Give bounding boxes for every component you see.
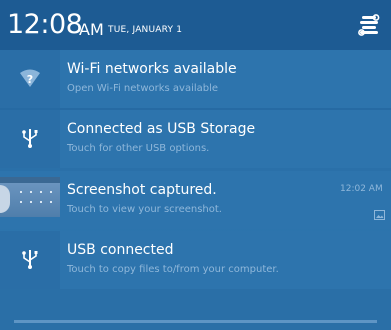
wifi-question-icon: ?	[0, 50, 60, 108]
notification-subtitle: Open Wi-Fi networks available	[67, 83, 219, 94]
notification-title: Wi-Fi networks available	[67, 61, 237, 77]
notification-title: Screenshot captured.	[67, 182, 217, 198]
notification-usb-storage[interactable]: Connected as USB Storage Touch for other…	[0, 110, 391, 168]
notification-subtitle: Touch to view your screenshot.	[67, 204, 222, 215]
notification-title: USB connected	[67, 242, 174, 258]
notification-wifi[interactable]: ? Wi-Fi networks available Open Wi-Fi ne…	[0, 50, 391, 108]
notification-screenshot[interactable]: Screenshot captured. Touch to view your …	[0, 171, 391, 229]
notification-subtitle: Touch to copy files to/from your compute…	[67, 264, 279, 275]
notification-title: Connected as USB Storage	[67, 121, 256, 137]
shade-drag-handle[interactable]	[14, 320, 377, 323]
clock-time: 12:08	[7, 9, 83, 40]
svg-text:?: ?	[27, 73, 33, 86]
notification-time: 12:02 AM	[340, 184, 383, 194]
screenshot-thumbnail	[0, 177, 60, 217]
notification-usb-connected[interactable]: USB connected Touch to copy files to/fro…	[0, 231, 391, 289]
status-header: 12:08 AM TUE, JANUARY 1	[0, 0, 391, 50]
usb-icon	[0, 231, 60, 289]
clock-ampm: AM	[79, 20, 104, 39]
usb-icon	[0, 110, 60, 168]
clock-date: TUE, JANUARY 1	[108, 25, 183, 35]
shade-bottom	[0, 289, 391, 330]
image-icon	[374, 205, 385, 220]
notification-subtitle: Touch for other USB options.	[67, 143, 210, 154]
settings-icon[interactable]	[358, 14, 380, 38]
